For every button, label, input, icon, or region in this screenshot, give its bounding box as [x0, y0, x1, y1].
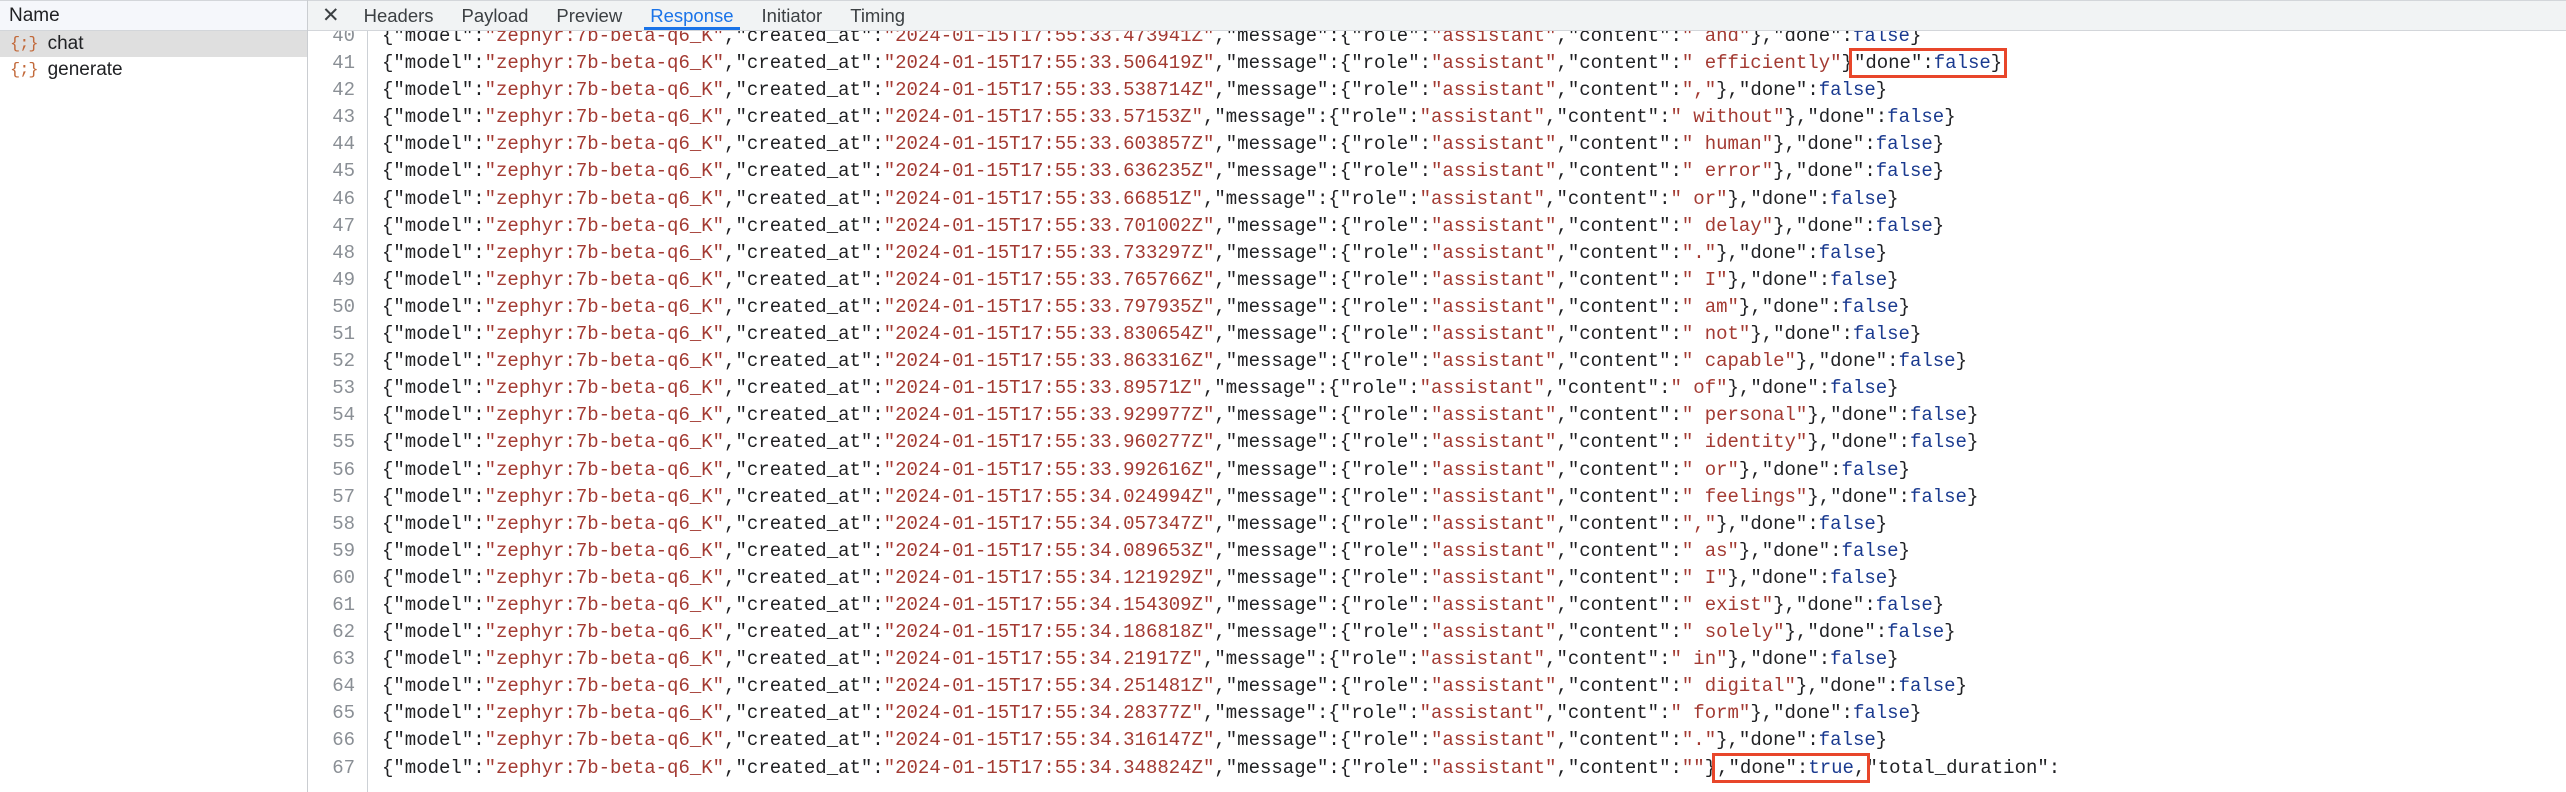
- column-header-name: Name: [9, 4, 60, 26]
- line-number: 49: [332, 268, 355, 291]
- line-number: 54: [332, 404, 355, 427]
- line-number: 51: [332, 323, 355, 346]
- request-row-generate[interactable]: {;} generate: [0, 57, 307, 83]
- response-line: {"model":"zephyr:7b-beta-q6_K","created_…: [382, 431, 1979, 454]
- line-number: 58: [332, 512, 355, 535]
- response-line: {"model":"zephyr:7b-beta-q6_K","created_…: [382, 404, 1979, 427]
- line-number: 67: [332, 756, 355, 779]
- request-row-chat[interactable]: {;} chat: [0, 31, 307, 57]
- tab-response[interactable]: Response: [636, 1, 747, 30]
- line-number: 61: [332, 593, 355, 616]
- tab-label: Initiator: [761, 4, 823, 26]
- line-number: 43: [332, 106, 355, 129]
- request-row-label: chat: [47, 33, 84, 54]
- tab-headers[interactable]: Headers: [350, 1, 448, 30]
- response-line: {"model":"zephyr:7b-beta-q6_K","created_…: [382, 648, 1899, 671]
- line-number: 40: [332, 31, 355, 47]
- tab-label: Headers: [363, 4, 434, 26]
- response-line: {"model":"zephyr:7b-beta-q6_K","created_…: [382, 79, 1888, 102]
- tab-preview[interactable]: Preview: [542, 1, 636, 30]
- highlight-box-done: "done":false}: [1848, 48, 2008, 79]
- request-detail-pane: ✕ Headers Payload Preview Response Initiator…: [308, 0, 2566, 792]
- detail-tabbar: ✕ Headers Payload Preview Response Initiator…: [308, 0, 2566, 31]
- tab-label: Timing: [850, 4, 906, 26]
- request-list-pane: Name {;} chat {;} generate: [0, 0, 308, 792]
- response-line: {"model":"zephyr:7b-beta-q6_K","created_…: [382, 323, 1922, 346]
- line-number-gutter: 40 41 42 43 44 45 46 47 48 49 50 51 52 53 54 55 56 57 58 59…: [308, 31, 368, 792]
- response-line: {"model":"zephyr:7b-beta-q6_K","created_…: [382, 675, 1967, 698]
- response-line: {"model":"zephyr:7b-beta-q6_K","created_…: [382, 214, 1945, 237]
- request-list-header: Name: [0, 0, 307, 31]
- response-line: {"model":"zephyr:7b-beta-q6_K","created_…: [382, 106, 1956, 129]
- response-body-code[interactable]: {"model":"zephyr:7b-beta-q6_K","created_…: [368, 31, 2566, 792]
- response-line: {"model":"zephyr:7b-beta-q6_K","created_…: [382, 31, 1922, 47]
- line-number: 45: [332, 160, 355, 183]
- response-line: {"model":"zephyr:7b-beta-q6_K","created_…: [382, 377, 1899, 400]
- response-line: {"model":"zephyr:7b-beta-q6_K","created_…: [382, 241, 1888, 264]
- line-number: 48: [332, 241, 355, 264]
- line-number: 50: [332, 295, 355, 318]
- line-number: 55: [332, 431, 355, 454]
- line-number: 64: [332, 675, 355, 698]
- tab-label: Response: [650, 4, 734, 26]
- json-braces-icon: {;}: [10, 60, 39, 80]
- response-line: {"model":"zephyr:7b-beta-q6_K","created_…: [382, 48, 2008, 79]
- line-number: 47: [332, 214, 355, 237]
- line-number: 66: [332, 729, 355, 752]
- line-number: 63: [332, 648, 355, 671]
- response-line: {"model":"zephyr:7b-beta-q6_K","created_…: [382, 702, 1922, 725]
- line-number: 59: [332, 539, 355, 562]
- request-row-label: generate: [47, 59, 123, 80]
- tab-label: Preview: [556, 4, 623, 26]
- response-line: {"model":"zephyr:7b-beta-q6_K","created_…: [382, 268, 1899, 291]
- response-line: {"model":"zephyr:7b-beta-q6_K","created_…: [382, 593, 1945, 616]
- tab-timing[interactable]: Timing: [836, 1, 919, 30]
- line-number: 46: [332, 187, 355, 210]
- response-line: {"model":"zephyr:7b-beta-q6_K","created_…: [382, 187, 1899, 210]
- response-line: {"model":"zephyr:7b-beta-q6_K","created_…: [382, 539, 1910, 562]
- line-number: 53: [332, 377, 355, 400]
- line-number: 60: [332, 566, 355, 589]
- response-line: {"model":"zephyr:7b-beta-q6_K","created_…: [382, 512, 1888, 535]
- response-line: {"model":"zephyr:7b-beta-q6_K","created_…: [382, 350, 1967, 373]
- highlight-box-done: ,"done":true,: [1712, 752, 1871, 783]
- line-number: 44: [332, 133, 355, 156]
- response-line: {"model":"zephyr:7b-beta-q6_K","created_…: [382, 621, 1956, 644]
- line-number: 62: [332, 621, 355, 644]
- response-line: {"model":"zephyr:7b-beta-q6_K","created_…: [382, 133, 1945, 156]
- response-line: {"model":"zephyr:7b-beta-q6_K","created_…: [382, 752, 2061, 783]
- line-number: 42: [332, 79, 355, 102]
- response-body-viewer[interactable]: 40 41 42 43 44 45 46 47 48 49 50 51 52 53 54 55 56 57 58 59…: [308, 31, 2566, 792]
- request-list: {;} chat {;} generate: [0, 31, 307, 83]
- line-number: 52: [332, 350, 355, 373]
- devtools-network-panel: Name {;} chat {;} generate ✕ Headers Payload…: [0, 0, 2566, 792]
- response-line: {"model":"zephyr:7b-beta-q6_K","created_…: [382, 566, 1899, 589]
- close-icon[interactable]: ✕: [318, 1, 350, 30]
- response-line: {"model":"zephyr:7b-beta-q6_K","created_…: [382, 485, 1979, 508]
- tab-initiator[interactable]: Initiator: [748, 1, 837, 30]
- line-number: 57: [332, 485, 355, 508]
- line-number: 41: [332, 52, 355, 75]
- response-line: {"model":"zephyr:7b-beta-q6_K","created_…: [382, 295, 1910, 318]
- json-braces-icon: {;}: [10, 34, 39, 54]
- line-number: 56: [332, 458, 355, 481]
- tab-payload[interactable]: Payload: [448, 1, 543, 30]
- response-line: {"model":"zephyr:7b-beta-q6_K","created_…: [382, 160, 1945, 183]
- line-number: 65: [332, 702, 355, 725]
- response-line: {"model":"zephyr:7b-beta-q6_K","created_…: [382, 729, 1888, 752]
- tab-label: Payload: [461, 4, 529, 26]
- response-line: {"model":"zephyr:7b-beta-q6_K","created_…: [382, 458, 1910, 481]
